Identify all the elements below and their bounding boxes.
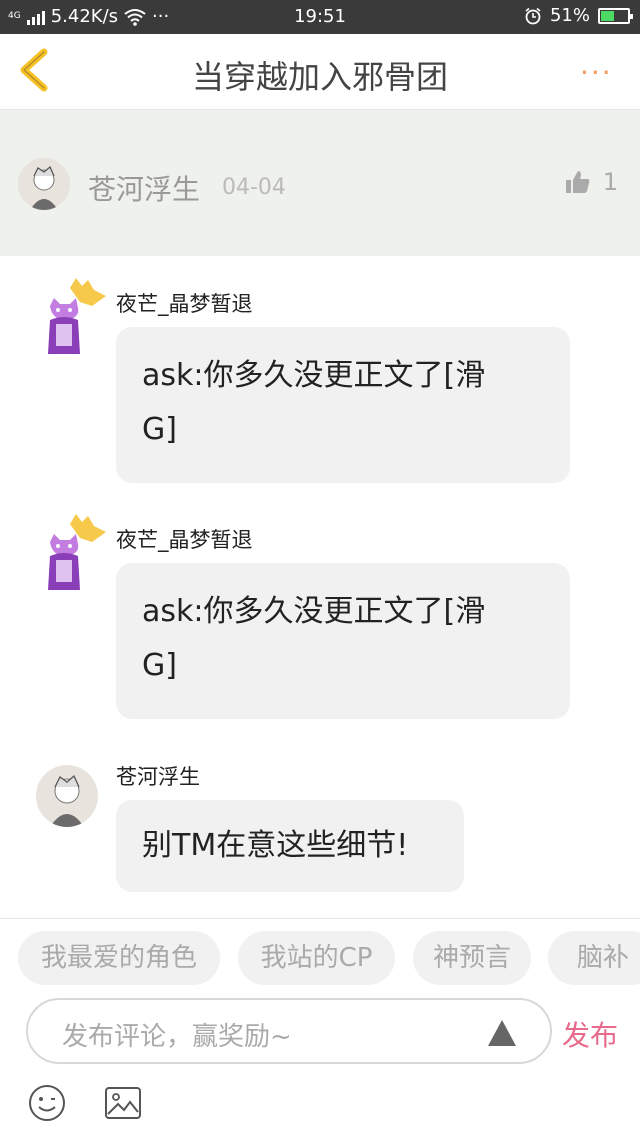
author-avatar[interactable] (18, 158, 70, 210)
tag-chip[interactable]: 脑补 (548, 931, 640, 985)
tag-chip[interactable]: 我站的CP (238, 931, 395, 985)
topic-header: 苍河浮生 04-04 1 (0, 110, 640, 256)
author-portrait-icon (18, 158, 70, 210)
message-username[interactable]: 夜芒_晶梦暂退 (116, 524, 253, 554)
message-text-line: ask:你多久没更正文了[滑 (142, 594, 486, 629)
message-username[interactable]: 苍河浮生 (116, 761, 200, 791)
message-bubble: 别TM在意这些细节! (116, 800, 464, 892)
more-options-button[interactable]: ··· (580, 56, 620, 89)
top-nav: 当穿越加入邪骨团 ··· (0, 34, 640, 110)
message-bubble: ask:你多久没更正文了[滑 G] (116, 563, 570, 719)
image-icon (105, 1087, 141, 1119)
message-avatar[interactable] (36, 276, 106, 354)
battery-fill (601, 10, 615, 21)
tag-chip[interactable]: 我最爱的角色 (18, 931, 220, 985)
battery-icon (598, 7, 633, 24)
expand-triangle-icon[interactable] (488, 1020, 516, 1046)
message-username[interactable]: 夜芒_晶梦暂退 (116, 288, 253, 318)
message-text-line: G] (142, 412, 177, 447)
emoji-icon (29, 1085, 65, 1121)
tag-chip[interactable]: 神预言 (413, 931, 531, 985)
like-count: 1 (602, 168, 618, 196)
bottom-toolbar (0, 1078, 640, 1138)
battery-percent: 51% (549, 5, 590, 26)
comment-input[interactable]: 发布评论，赢奖励~ (26, 998, 552, 1064)
page-title: 当穿越加入邪骨团 (191, 58, 448, 96)
message-text-line: ask:你多久没更正文了[滑 (142, 358, 486, 393)
thumbs-up-icon (565, 171, 590, 193)
image-button[interactable] (104, 1086, 142, 1120)
status-right: 51% (524, 5, 633, 26)
topic-date: 04-04 (222, 175, 286, 200)
status-bar: 4G 5.42K/s ··· 19:51 51% (0, 0, 640, 34)
emoji-button[interactable] (28, 1084, 66, 1122)
comment-placeholder: 发布评论，赢奖励~ (62, 1022, 292, 1052)
tag-strip: 我最爱的角色 我站的CP 神预言 脑补 (0, 918, 640, 998)
message-bubble: ask:你多久没更正文了[滑 G] (116, 327, 570, 483)
message-text-line: 别TM在意这些细节! (142, 828, 409, 863)
purple-cat-avatar-icon (48, 514, 106, 590)
topic-author-name[interactable]: 苍河浮生 (88, 168, 200, 208)
alarm-icon (525, 7, 541, 24)
like-button[interactable]: 1 (565, 168, 618, 196)
message-avatar[interactable] (36, 512, 106, 590)
message-avatar[interactable] (36, 765, 98, 827)
purple-cat-avatar-icon (48, 278, 106, 354)
message-text-line: G] (142, 648, 177, 683)
publish-button[interactable]: 发布 (562, 1014, 618, 1054)
author-portrait-icon (36, 765, 98, 827)
